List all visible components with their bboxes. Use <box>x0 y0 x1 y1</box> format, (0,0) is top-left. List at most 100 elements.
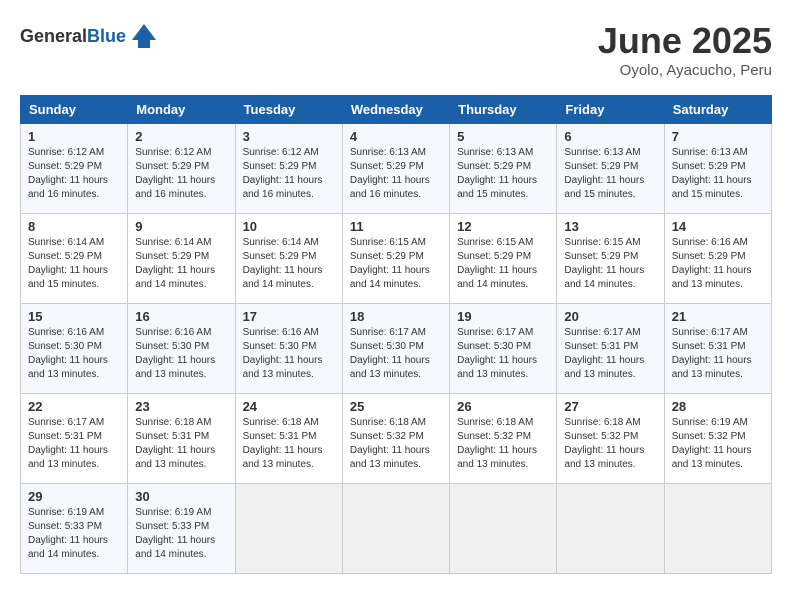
calendar-cell: 20 Sunrise: 6:17 AMSunset: 5:31 PMDayligh… <box>557 304 664 394</box>
calendar-cell: 10Sunrise: 6:14 AMSunset: 5:29 PMDayligh… <box>235 214 342 304</box>
calendar-cell: 18 Sunrise: 6:17 AMSunset: 5:30 PMDayligh… <box>342 304 449 394</box>
calendar-cell: 4 Sunrise: 6:13 AMSunset: 5:29 PMDaylight… <box>342 124 449 214</box>
day-number: 21 <box>672 309 764 324</box>
calendar-cell: 12 Sunrise: 6:15 AMSunset: 5:29 PMDayligh… <box>450 214 557 304</box>
day-info: Sunrise: 6:15 AMSunset: 5:29 PMDaylight:… <box>350 237 430 290</box>
day-number: 17 <box>243 309 335 324</box>
day-number: 19 <box>457 309 549 324</box>
day-info: Sunrise: 6:18 AMSunset: 5:31 PMDaylight:… <box>135 417 215 470</box>
day-info: Sunrise: 6:17 AMSunset: 5:31 PMDaylight:… <box>672 327 752 380</box>
calendar-cell: 26 Sunrise: 6:18 AMSunset: 5:32 PMDayligh… <box>450 394 557 484</box>
calendar-cell: 13 Sunrise: 6:15 AMSunset: 5:29 PMDayligh… <box>557 214 664 304</box>
month-title: June 2025 <box>598 20 772 62</box>
day-number: 7 <box>672 129 764 144</box>
day-number: 11 <box>350 219 442 234</box>
calendar-cell: 28Sunrise: 6:19 AMSunset: 5:32 PMDayligh… <box>664 394 771 484</box>
day-info: Sunrise: 6:13 AMSunset: 5:29 PMDaylight:… <box>457 147 537 200</box>
day-number: 14 <box>672 219 764 234</box>
col-saturday: Saturday <box>664 96 771 124</box>
day-number: 8 <box>28 219 120 234</box>
day-info: Sunrise: 6:15 AMSunset: 5:29 PMDaylight:… <box>564 237 644 290</box>
calendar-cell: 9 Sunrise: 6:14 AMSunset: 5:29 PMDaylight… <box>128 214 235 304</box>
day-number: 15 <box>28 309 120 324</box>
logo: GeneralBlue <box>20 20 160 52</box>
day-info: Sunrise: 6:13 AMSunset: 5:29 PMDaylight:… <box>672 147 752 200</box>
day-number: 13 <box>564 219 656 234</box>
col-wednesday: Wednesday <box>342 96 449 124</box>
day-number: 1 <box>28 129 120 144</box>
calendar-cell: 21 Sunrise: 6:17 AMSunset: 5:31 PMDayligh… <box>664 304 771 394</box>
day-info: Sunrise: 6:12 AMSunset: 5:29 PMDaylight:… <box>135 147 215 200</box>
day-info: Sunrise: 6:18 AMSunset: 5:31 PMDaylight:… <box>243 417 323 470</box>
table-row: 8 Sunrise: 6:14 AMSunset: 5:29 PMDaylight… <box>21 214 772 304</box>
day-info: Sunrise: 6:13 AMSunset: 5:29 PMDaylight:… <box>564 147 644 200</box>
day-number: 12 <box>457 219 549 234</box>
title-block: June 2025 Oyolo, Ayacucho, Peru <box>598 20 772 79</box>
day-info: Sunrise: 6:14 AMSunset: 5:29 PMDaylight:… <box>28 237 108 290</box>
table-row: 15 Sunrise: 6:16 AMSunset: 5:30 PMDayligh… <box>21 304 772 394</box>
day-number: 29 <box>28 489 120 504</box>
day-info: Sunrise: 6:12 AMSunset: 5:29 PMDaylight:… <box>243 147 323 200</box>
col-monday: Monday <box>128 96 235 124</box>
day-info: Sunrise: 6:14 AMSunset: 5:29 PMDaylight:… <box>243 237 323 290</box>
day-number: 6 <box>564 129 656 144</box>
day-info: Sunrise: 6:17 AMSunset: 5:30 PMDaylight:… <box>457 327 537 380</box>
day-number: 2 <box>135 129 227 144</box>
calendar-cell: 29 Sunrise: 6:19 AMSunset: 5:33 PMDayligh… <box>21 484 128 574</box>
day-info: Sunrise: 6:16 AMSunset: 5:30 PMDaylight:… <box>28 327 108 380</box>
calendar-cell: 1Sunrise: 6:12 AMSunset: 5:29 PMDaylight… <box>21 124 128 214</box>
day-number: 24 <box>243 399 335 414</box>
day-info: Sunrise: 6:17 AMSunset: 5:30 PMDaylight:… <box>350 327 430 380</box>
day-number: 28 <box>672 399 764 414</box>
calendar-cell: 17 Sunrise: 6:16 AMSunset: 5:30 PMDayligh… <box>235 304 342 394</box>
col-sunday: Sunday <box>21 96 128 124</box>
calendar-header-row: Sunday Monday Tuesday Wednesday Thursday… <box>21 96 772 124</box>
day-number: 26 <box>457 399 549 414</box>
calendar-cell <box>342 484 449 574</box>
table-row: 29 Sunrise: 6:19 AMSunset: 5:33 PMDayligh… <box>21 484 772 574</box>
calendar-cell: 25Sunrise: 6:18 AMSunset: 5:32 PMDayligh… <box>342 394 449 484</box>
day-info: Sunrise: 6:14 AMSunset: 5:29 PMDaylight:… <box>135 237 215 290</box>
day-number: 16 <box>135 309 227 324</box>
day-number: 20 <box>564 309 656 324</box>
day-info: Sunrise: 6:19 AMSunset: 5:33 PMDaylight:… <box>135 507 215 560</box>
col-tuesday: Tuesday <box>235 96 342 124</box>
location: Oyolo, Ayacucho, Peru <box>598 62 772 79</box>
day-info: Sunrise: 6:19 AMSunset: 5:33 PMDaylight:… <box>28 507 108 560</box>
day-number: 22 <box>28 399 120 414</box>
day-number: 30 <box>135 489 227 504</box>
day-number: 9 <box>135 219 227 234</box>
day-info: Sunrise: 6:16 AMSunset: 5:30 PMDaylight:… <box>135 327 215 380</box>
calendar-table: Sunday Monday Tuesday Wednesday Thursday… <box>20 95 772 574</box>
table-row: 1 Sunrise: 6:12 AMSunset: 5:29 PMDaylight… <box>21 124 772 214</box>
day-info: Sunrise: 6:13 AMSunset: 5:29 PMDaylight:… <box>350 147 430 200</box>
day-number: 23 <box>135 399 227 414</box>
day-info: Sunrise: 6:17 AMSunset: 5:31 PMDaylight:… <box>564 327 644 380</box>
day-number: 25 <box>350 399 442 414</box>
day-info: Sunrise: 6:16 AMSunset: 5:30 PMDaylight:… <box>243 327 323 380</box>
calendar-cell: 19 Sunrise: 6:17 AMSunset: 5:30 PMDayligh… <box>450 304 557 394</box>
day-info: Sunrise: 6:15 AMSunset: 5:29 PMDaylight:… <box>457 237 537 290</box>
day-number: 5 <box>457 129 549 144</box>
calendar-cell: 5 Sunrise: 6:13 AMSunset: 5:29 PMDaylight… <box>450 124 557 214</box>
day-number: 18 <box>350 309 442 324</box>
calendar-cell: 14 Sunrise: 6:16 AMSunset: 5:29 PMDayligh… <box>664 214 771 304</box>
calendar-cell: 2 Sunrise: 6:12 AMSunset: 5:29 PMDaylight… <box>128 124 235 214</box>
day-info: Sunrise: 6:18 AMSunset: 5:32 PMDaylight:… <box>564 417 644 470</box>
calendar-cell: 15 Sunrise: 6:16 AMSunset: 5:30 PMDayligh… <box>21 304 128 394</box>
calendar-cell: 23 Sunrise: 6:18 AMSunset: 5:31 PMDayligh… <box>128 394 235 484</box>
calendar-cell <box>557 484 664 574</box>
table-row: 22Sunrise: 6:17 AMSunset: 5:31 PMDayligh… <box>21 394 772 484</box>
calendar-cell <box>235 484 342 574</box>
day-info: Sunrise: 6:16 AMSunset: 5:29 PMDaylight:… <box>672 237 752 290</box>
day-number: 4 <box>350 129 442 144</box>
calendar-cell <box>450 484 557 574</box>
col-thursday: Thursday <box>450 96 557 124</box>
day-number: 27 <box>564 399 656 414</box>
calendar-cell: 6 Sunrise: 6:13 AMSunset: 5:29 PMDaylight… <box>557 124 664 214</box>
calendar-cell: 30 Sunrise: 6:19 AMSunset: 5:33 PMDayligh… <box>128 484 235 574</box>
calendar-cell: 11 Sunrise: 6:15 AMSunset: 5:29 PMDayligh… <box>342 214 449 304</box>
day-info: Sunrise: 6:18 AMSunset: 5:32 PMDaylight:… <box>457 417 537 470</box>
calendar-cell: 16 Sunrise: 6:16 AMSunset: 5:30 PMDayligh… <box>128 304 235 394</box>
day-number: 3 <box>243 129 335 144</box>
